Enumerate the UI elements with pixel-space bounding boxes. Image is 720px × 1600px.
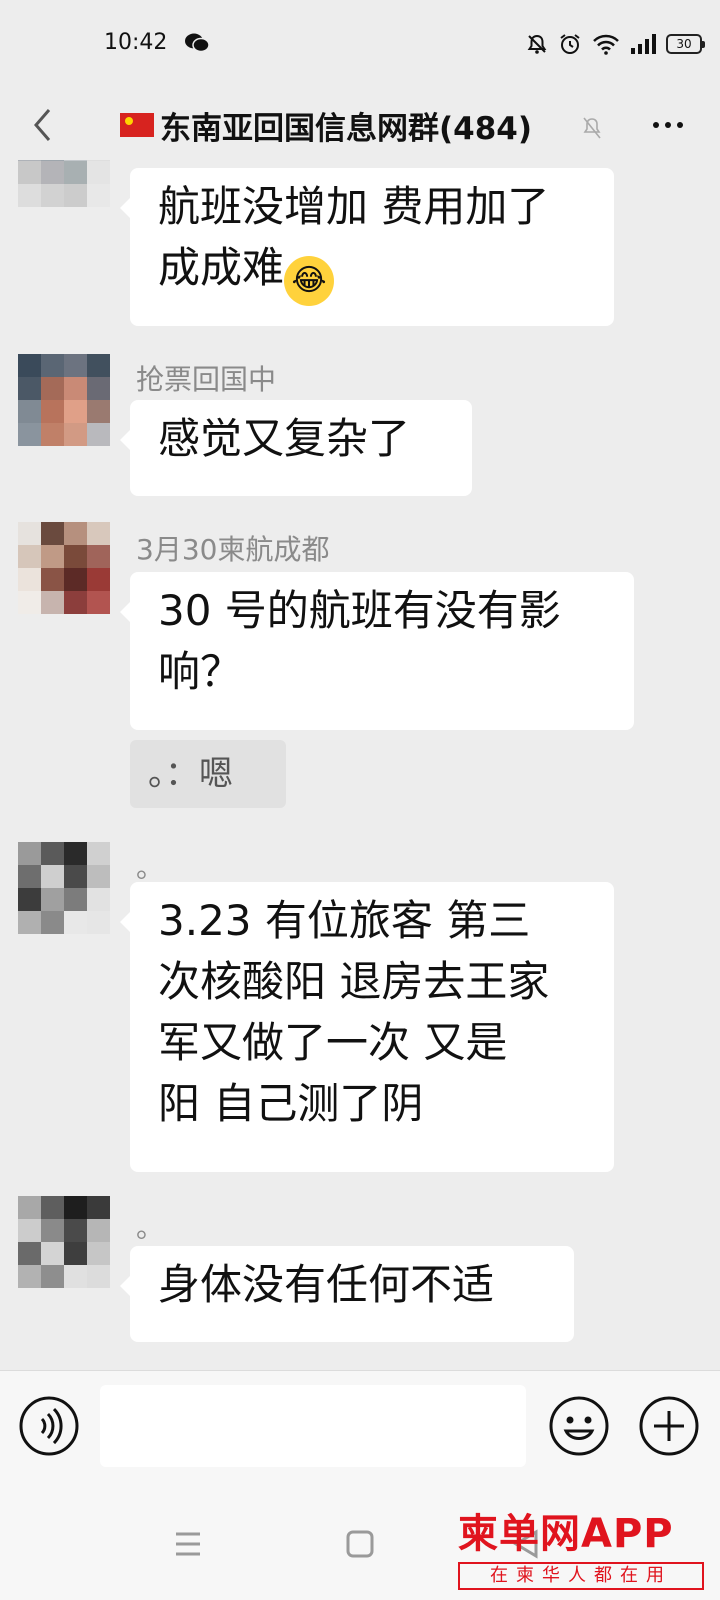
avatar[interactable] bbox=[18, 842, 110, 934]
flag-icon bbox=[120, 113, 154, 137]
status-icons: 30 bbox=[526, 31, 705, 57]
emoji-button[interactable] bbox=[548, 1395, 610, 1457]
message-bubble[interactable]: 30 号的航班有没有影 响？ bbox=[120, 572, 634, 730]
quoted-reply[interactable]: 。：嗯 bbox=[130, 740, 286, 808]
group-name: 东南亚回国信息网群(484) bbox=[160, 110, 533, 147]
message-bubble[interactable]: 身体没有任何不适 bbox=[120, 1246, 574, 1342]
avatar[interactable] bbox=[18, 1196, 110, 1288]
home-icon[interactable] bbox=[340, 1524, 380, 1564]
voice-input-button[interactable] bbox=[18, 1395, 80, 1457]
message-bubble[interactable]: 感觉又复杂了 bbox=[120, 400, 472, 496]
wifi-icon bbox=[593, 34, 619, 55]
chat-header: 东南亚回国信息网群(484) bbox=[0, 90, 720, 160]
avatar[interactable] bbox=[18, 522, 110, 614]
message-list[interactable]: 航班没增加 费用加了 成成难 😂 抢票回国中 感觉又复杂了 3月30柬航成都 30… bbox=[0, 160, 720, 1370]
message-input[interactable] bbox=[100, 1385, 526, 1467]
message-line: 身体没有任何不适 bbox=[158, 1260, 495, 1309]
signal-icon bbox=[631, 34, 656, 54]
message-line: 次核酸阳 退房去王家 bbox=[158, 957, 550, 1006]
mute-bell-icon bbox=[527, 34, 547, 54]
message-line: 30 号的航班有没有影 bbox=[158, 586, 561, 635]
back-button[interactable] bbox=[22, 100, 62, 150]
battery-icon: 30 bbox=[666, 34, 705, 54]
sender-name: 3月30柬航成都 bbox=[136, 533, 330, 566]
avatar[interactable] bbox=[18, 354, 110, 446]
message-line: 航班没增加 费用加了 bbox=[158, 182, 550, 231]
chevron-left-icon bbox=[34, 109, 51, 141]
watermark-logo: 柬单网APP 在柬华人都在用 bbox=[458, 1510, 708, 1594]
status-bar: 10:42 30 bbox=[0, 0, 720, 90]
watermark-brand: 柬单网APP bbox=[458, 1511, 674, 1557]
input-bar bbox=[0, 1370, 720, 1480]
menu-icon[interactable] bbox=[168, 1524, 208, 1564]
sender-name: 抢票回国中 bbox=[136, 363, 277, 396]
avatar[interactable] bbox=[18, 160, 110, 207]
message-line: 军又做了一次 又是 bbox=[158, 1018, 508, 1067]
alarm-icon bbox=[560, 34, 580, 54]
chat-title: 东南亚回国信息网群(484) bbox=[120, 104, 533, 147]
laughing-tears-emoji-icon: 😂 bbox=[284, 256, 335, 306]
muted-chat-icon bbox=[583, 117, 601, 139]
wechat-notification-icon bbox=[185, 33, 210, 53]
message-line: 感觉又复杂了 bbox=[158, 414, 411, 463]
message-line: 成成难 😂 bbox=[158, 237, 586, 306]
status-time: 10:42 bbox=[104, 30, 168, 55]
message-bubble[interactable]: 航班没增加 费用加了 成成难 😂 bbox=[120, 168, 614, 326]
message-line: 阳 自己测了阴 bbox=[158, 1079, 424, 1128]
message-line: 响？ bbox=[158, 647, 243, 696]
sender-name: 。 bbox=[136, 1211, 165, 1244]
more-functions-plus-button[interactable] bbox=[638, 1395, 700, 1457]
watermark-tagline: 在柬华人都在用 bbox=[458, 1562, 704, 1590]
more-options-button[interactable] bbox=[646, 110, 690, 140]
message-line: 3.23 有位旅客 第三 bbox=[158, 896, 531, 945]
message-bubble[interactable]: 3.23 有位旅客 第三 次核酸阳 退房去王家 军又做了一次 又是 阳 自己测了… bbox=[120, 882, 614, 1172]
sender-name: 。 bbox=[136, 851, 165, 884]
